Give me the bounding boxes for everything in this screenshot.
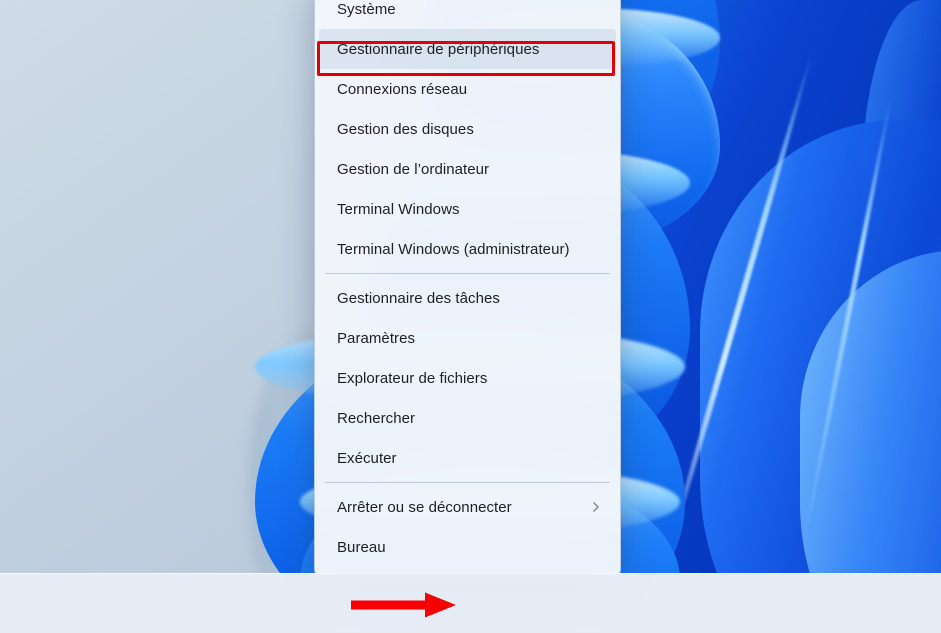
menu-item-param-tres[interactable]: Paramètres: [319, 318, 616, 358]
menu-item-label: Gestionnaire de périphériques: [337, 40, 540, 58]
menu-item-connexions-r-seau[interactable]: Connexions réseau: [319, 69, 616, 109]
win-x-power-user-menu[interactable]: Système Gestionnaire de périphériques Conn…: [314, 0, 621, 577]
menu-item-label: Connexions réseau: [337, 80, 468, 98]
menu-item-label: Exécuter: [337, 449, 397, 467]
menu-item-label: Système: [337, 0, 396, 18]
menu-item-ex-cuter[interactable]: Exécuter: [319, 438, 616, 478]
menu-separator: [325, 273, 610, 274]
menu-item-bureau[interactable]: Bureau: [319, 527, 616, 567]
menu-item-label: Gestion de l’ordinateur: [337, 160, 490, 178]
menu-item-label: Arrêter ou se déconnecter: [337, 498, 512, 516]
menu-item-label: Terminal Windows: [337, 200, 460, 218]
menu-item-arr-ter-ou-se-d-connecter[interactable]: Arrêter ou se déconnecter: [319, 487, 616, 527]
menu-item-label: Gestion des disques: [337, 120, 474, 138]
menu-item-label: Gestionnaire des tâches: [337, 289, 500, 307]
menu-item-label: Paramètres: [337, 329, 416, 347]
desktop-screen: Système Gestionnaire de périphériques Conn…: [0, 0, 941, 633]
arrow-annotation: [351, 592, 456, 618]
menu-item-gestionnaire-de-p-riph-riques[interactable]: Gestionnaire de périphériques: [319, 29, 616, 69]
menu-item-terminal-windows[interactable]: Terminal Windows: [319, 189, 616, 229]
menu-item-label: Bureau: [337, 538, 386, 556]
menu-item-gestion-des-disques[interactable]: Gestion des disques: [319, 109, 616, 149]
menu-separator: [325, 482, 610, 483]
menu-item-label: Rechercher: [337, 409, 416, 427]
menu-item-explorateur-de-fichiers[interactable]: Explorateur de fichiers: [319, 358, 616, 398]
menu-item-rechercher[interactable]: Rechercher: [319, 398, 616, 438]
menu-item-terminal-windows-administrateur[interactable]: Terminal Windows (administrateur): [319, 229, 616, 269]
menu-item-label: Explorateur de fichiers: [337, 369, 488, 387]
menu-item-syst-me[interactable]: Système: [319, 0, 616, 29]
taskbar[interactable]: Rechercher: [0, 573, 941, 633]
chevron-right-icon: [593, 502, 599, 512]
menu-item-label: Terminal Windows (administrateur): [337, 240, 570, 258]
menu-item-gestion-de-l-ordinateur[interactable]: Gestion de l’ordinateur: [319, 149, 616, 189]
menu-item-gestionnaire-des-t-ches[interactable]: Gestionnaire des tâches: [319, 278, 616, 318]
